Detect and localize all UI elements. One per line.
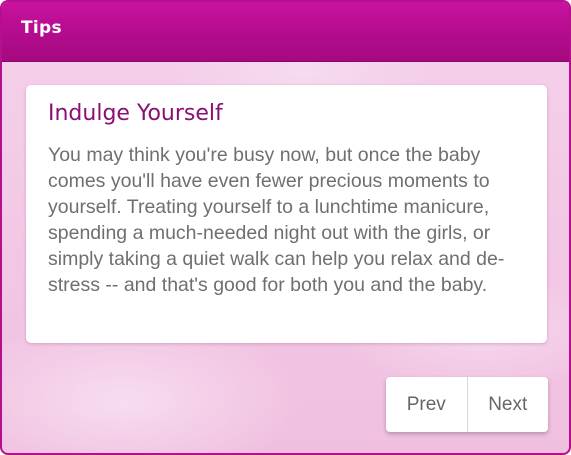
tips-widget: Tips Indulge Yourself You may think you'… [0,0,571,455]
tip-body: You may think you're busy now, but once … [48,144,505,296]
pager: Prev Next [386,377,548,432]
tip-title: Indulge Yourself [48,101,223,126]
tips-header: Tips [2,2,569,62]
prev-button[interactable]: Prev [386,377,468,432]
next-button[interactable]: Next [468,377,549,432]
tip-card: Indulge Yourself You may think you're bu… [26,85,547,343]
header-title: Tips [21,18,62,38]
